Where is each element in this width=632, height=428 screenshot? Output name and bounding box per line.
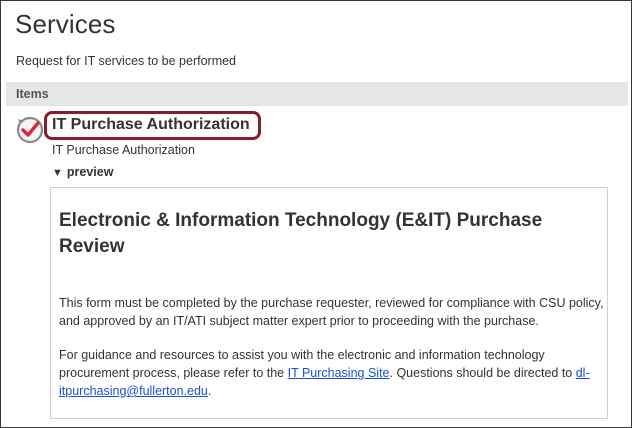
triangle-down-icon: ▼ xyxy=(52,167,63,179)
checkmark-refresh-icon[interactable] xyxy=(15,115,45,145)
page-title: Services xyxy=(15,9,116,39)
preview-toggle-label: preview xyxy=(66,165,114,179)
preview-heading-line2: Review xyxy=(59,236,125,257)
item-subtitle: IT Purchase Authorization xyxy=(52,143,195,157)
preview-paragraph-2: For guidance and resources to assist you… xyxy=(59,346,604,400)
services-page: Services Request for IT services to be p… xyxy=(0,0,632,428)
preview-paragraph-1: This form must be completed by the purch… xyxy=(59,296,604,328)
preview-toggle[interactable]: ▼ preview xyxy=(52,165,113,179)
para2-middle: . Questions should be directed to xyxy=(389,366,576,380)
para2-suffix: . xyxy=(207,384,212,398)
preview-heading: Electronic & Information Technology (E&I… xyxy=(59,208,579,260)
items-section-label: Items xyxy=(16,87,49,101)
items-section-header: Items xyxy=(6,82,628,106)
page-description: Request for IT services to be performed xyxy=(16,54,237,68)
item-title-link[interactable]: IT Purchase Authorization xyxy=(52,116,250,134)
preview-heading-line1: Electronic & Information Technology (E&I… xyxy=(59,210,543,231)
it-purchasing-site-link[interactable]: IT Purchasing Site xyxy=(288,366,390,380)
preview-panel: Electronic & Information Technology (E&I… xyxy=(50,187,608,419)
